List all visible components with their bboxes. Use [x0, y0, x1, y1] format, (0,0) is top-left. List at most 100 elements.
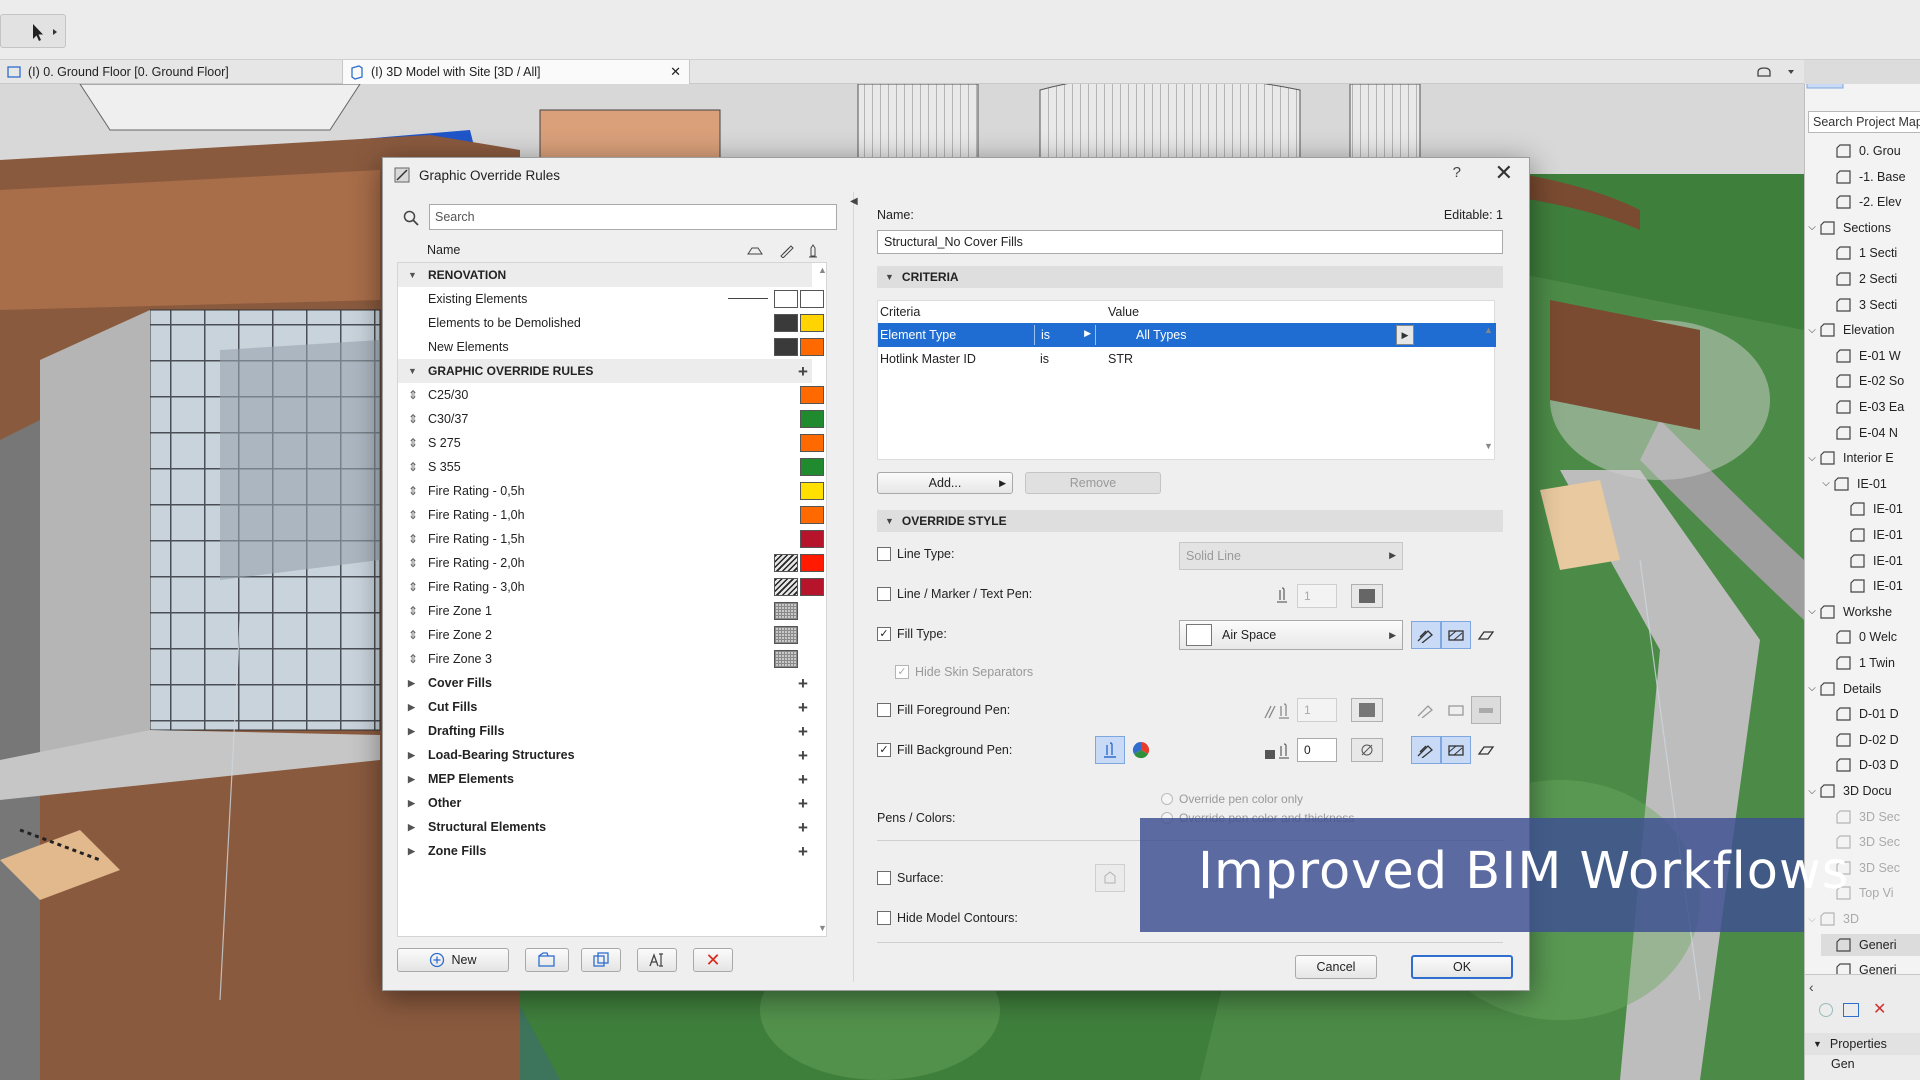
bg-pen-number[interactable]: 0 — [1297, 738, 1337, 762]
nav-tree-item[interactable]: ⌵ Elevation — [1805, 319, 1894, 341]
renovation-column-icon[interactable] — [747, 244, 763, 258]
add-rule-icon[interactable]: + — [798, 795, 808, 812]
ok-button[interactable]: OK — [1411, 955, 1513, 979]
nav-tree-item[interactable]: -1. Base — [1821, 166, 1906, 188]
expand-icon[interactable]: ▶ — [408, 822, 415, 833]
expand-icon[interactable]: ▶ — [408, 774, 415, 785]
operator-dropdown[interactable]: is ▶ — [1034, 325, 1096, 345]
close-dialog-button[interactable]: ✕ — [1495, 160, 1513, 186]
override-rule-row[interactable]: ⇕ C30/37 — [398, 407, 824, 431]
expand-icon[interactable]: ▶ — [408, 750, 415, 761]
arrow-select-icon[interactable] — [21, 21, 61, 43]
override-rule-row[interactable]: ⇕ Fire Zone 2 — [398, 623, 812, 647]
nav-tree-item[interactable]: IE-01 — [1835, 575, 1903, 597]
drag-handle-icon[interactable]: ⇕ — [408, 484, 418, 498]
color-swatch[interactable] — [800, 434, 824, 452]
override-rule-row[interactable]: ⇕ Fire Zone 1 — [398, 599, 812, 623]
rule-category-row[interactable]: ▶ Load-Bearing Structures + — [398, 743, 812, 767]
rename-rule-button[interactable] — [637, 948, 677, 972]
chevron-down-icon[interactable]: ⌵ — [1805, 606, 1819, 617]
chevron-down-icon[interactable]: ⌵ — [1805, 222, 1819, 233]
chevron-down-icon[interactable]: ⌵ — [1805, 325, 1819, 336]
fg-cover-fill-toggle[interactable] — [1471, 696, 1501, 724]
fill-type-dropdown[interactable]: Air Space ▶ — [1179, 620, 1403, 650]
tab-ground-floor[interactable]: (I) 0. Ground Floor [0. Ground Floor] — [0, 60, 340, 84]
drag-handle-icon[interactable]: ⇕ — [408, 652, 418, 666]
rule-category-row[interactable]: ▶ Structural Elements + — [398, 815, 812, 839]
nav-tree-item[interactable]: IE-01 — [1835, 524, 1903, 546]
bg-cover-fill-toggle[interactable] — [1471, 736, 1501, 764]
fg-cut-fill-toggle[interactable] — [1411, 696, 1441, 724]
color-swatch[interactable] — [800, 482, 824, 500]
expand-icon[interactable]: ▶ — [408, 678, 415, 689]
hide-model-contours-option[interactable]: Hide Model Contours: — [877, 906, 1018, 930]
chevron-down-icon[interactable]: ⌵ — [1805, 914, 1819, 925]
fill-foreground-pen-option[interactable]: Fill Foreground Pen: — [877, 698, 1010, 722]
criteria-row[interactable]: Element Type is ▶ All Types ▶ — [878, 323, 1496, 347]
new-group-button[interactable] — [525, 948, 569, 972]
override-rule-row[interactable]: ⇕ Fire Zone 3 — [398, 647, 812, 671]
line-type-dropdown[interactable]: Solid Line ▶ — [1179, 542, 1403, 570]
override-rule-row[interactable]: ⇕ C25/30 — [398, 383, 824, 407]
drafting-fill-toggle[interactable] — [1441, 621, 1471, 649]
surface-checkbox[interactable] — [877, 871, 891, 885]
fill-swatch[interactable] — [800, 314, 824, 332]
delete-view-icon[interactable]: ✕ — [1873, 999, 1886, 1019]
nav-tree-item[interactable]: ⌵ Details — [1805, 678, 1881, 700]
add-view-icon[interactable] — [1819, 1003, 1833, 1017]
delete-rule-button[interactable]: ✕ — [693, 948, 733, 972]
pen-swatch[interactable] — [774, 314, 798, 332]
grid-swatch[interactable] — [774, 650, 798, 668]
drag-handle-icon[interactable]: ⇕ — [408, 532, 418, 546]
line-marker-pen-checkbox[interactable] — [877, 587, 891, 601]
override-rule-row[interactable]: ⇕ Fire Rating - 1,5h — [398, 527, 824, 551]
color-wheel-icon[interactable] — [1131, 740, 1151, 760]
override-pen-color-only-radio[interactable]: Override pen color only — [1161, 792, 1303, 806]
nav-tree-item[interactable]: E-01 W — [1821, 345, 1901, 367]
override-rule-row[interactable]: ⇕ Fire Rating - 0,5h — [398, 479, 824, 503]
renovation-row[interactable]: Existing Elements — [398, 287, 824, 311]
expand-icon[interactable]: ▶ — [408, 846, 415, 857]
color-swatch[interactable] — [800, 386, 824, 404]
nav-tree-item[interactable]: 3D Sec — [1821, 806, 1900, 828]
collapse-pane-icon[interactable]: ◀ — [850, 196, 858, 207]
collapse-icon[interactable]: ▼ — [408, 270, 417, 280]
fill-background-pen-option[interactable]: ✓ Fill Background Pen: — [877, 738, 1012, 762]
nav-tree-item[interactable]: ⌵ Sections — [1805, 217, 1891, 239]
add-rule-icon[interactable]: + — [798, 699, 808, 716]
group-graphic-override-rules[interactable]: ▼ GRAPHIC OVERRIDE RULES + — [398, 359, 812, 383]
nav-tree-item[interactable]: ⌵ Interior E — [1805, 447, 1894, 469]
nav-tree-item[interactable]: D-03 D — [1821, 754, 1899, 776]
scroll-up-icon[interactable]: ▲ — [1484, 325, 1493, 335]
surface-option[interactable]: Surface: — [877, 866, 944, 890]
fg-pen-number[interactable]: 1 — [1297, 698, 1337, 722]
override-rule-row[interactable]: ⇕ S 355 — [398, 455, 824, 479]
hatch-swatch[interactable] — [774, 578, 798, 596]
expand-icon[interactable]: ▶ — [408, 726, 415, 737]
drag-handle-icon[interactable]: ⇕ — [408, 508, 418, 522]
nav-tree-item[interactable]: ⌵ 3D — [1805, 908, 1859, 930]
nav-tree-item[interactable]: E-04 N — [1821, 422, 1898, 444]
add-rule-icon[interactable]: + — [798, 771, 808, 788]
color-swatch[interactable] — [800, 554, 824, 572]
nav-tree-item[interactable]: -2. Elev — [1821, 191, 1901, 213]
surface-picker[interactable] — [1095, 864, 1125, 892]
override-rule-row[interactable]: ⇕ Fire Rating - 2,0h — [398, 551, 824, 575]
nav-tree-item[interactable]: ⌵ IE-01 — [1819, 473, 1887, 495]
drag-handle-icon[interactable]: ⇕ — [408, 556, 418, 570]
fill-swatch[interactable] — [800, 338, 824, 356]
pane-splitter[interactable] — [853, 192, 854, 982]
nav-tree-item[interactable]: 0. Grou — [1821, 140, 1901, 162]
remove-criteria-button[interactable]: Remove — [1025, 472, 1161, 494]
nav-tree-item[interactable]: 1 Twin — [1821, 652, 1895, 674]
drag-handle-icon[interactable]: ⇕ — [408, 604, 418, 618]
add-rule-icon[interactable]: + — [798, 747, 808, 764]
collapse-icon[interactable]: ▼ — [408, 366, 417, 376]
arrow-tool-group[interactable] — [0, 14, 66, 48]
add-rule-icon[interactable]: + — [798, 819, 808, 836]
rules-search-input[interactable] — [429, 204, 837, 230]
nav-tree-item[interactable]: E-03 Ea — [1821, 396, 1904, 418]
view-settings-icon[interactable] — [1843, 1003, 1859, 1017]
nav-tree-item[interactable]: ⌵ Workshe — [1805, 601, 1892, 623]
drag-handle-icon[interactable]: ⇕ — [408, 436, 418, 450]
